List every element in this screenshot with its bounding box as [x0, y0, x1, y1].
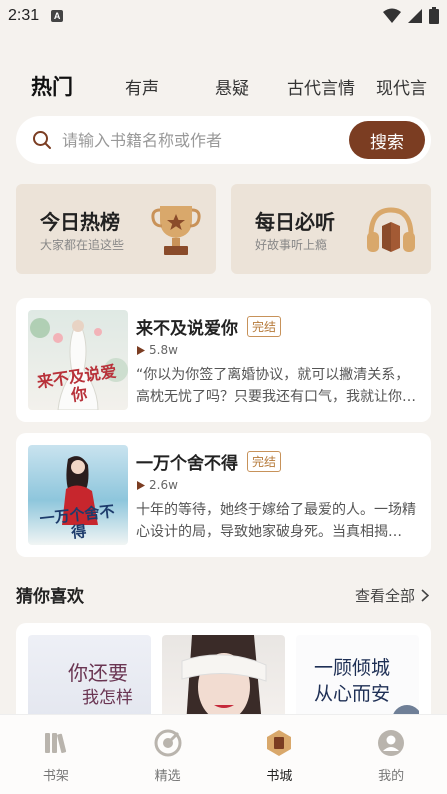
headphones-icon: [367, 207, 415, 252]
status-badge: 完结: [247, 316, 282, 337]
status-icons: [383, 7, 439, 24]
section-title: 猜你喜欢: [16, 587, 84, 607]
tab-hot[interactable]: 热门: [31, 71, 73, 101]
notification-a-icon: A: [51, 10, 64, 22]
signal-icon: [408, 8, 422, 23]
nav-label: 书架: [42, 769, 69, 784]
book-card[interactable]: 一万个舍不得 一万个舍不得 完结 2.6w 十年的等待，她终于嫁给了最爱的人。一…: [16, 433, 431, 557]
promo-title: 今日热榜: [40, 210, 120, 234]
tab-modern-romance[interactable]: 现代言: [376, 74, 427, 99]
book-description: “你以为你签了离婚协议，就可以撇清关系，高枕无忧了吗？只要我还有口气，我就让你…: [136, 367, 416, 405]
nav-profile[interactable]: 我的: [335, 715, 447, 794]
tab-ancient-romance[interactable]: 古代言情: [287, 74, 355, 99]
play-icon: [137, 480, 145, 490]
chevron-right-icon: [421, 589, 429, 602]
tab-audio[interactable]: 有声: [125, 74, 159, 99]
promo-subtitle: 大家都在追这些: [40, 238, 125, 252]
book-title: 来不及说爱你: [136, 319, 238, 339]
play-count: 5.8w: [136, 343, 178, 357]
bookstore-icon: [267, 730, 292, 756]
book-cover[interactable]: 你还要 我怎样: [28, 635, 151, 723]
category-tabs: 热门 有声 悬疑 古代言情 现代言: [0, 70, 447, 102]
bottom-nav: 书架 精选 书城 我的: [0, 714, 447, 794]
search-bar: 搜索: [16, 116, 431, 164]
bookshelf-icon: [44, 733, 66, 753]
book-card[interactable]: 来不及说爱你 来不及说爱你 完结 5.8w “你以为你签了离婚协议，就可以撇清关…: [16, 298, 431, 422]
nav-label: 书城: [266, 769, 293, 784]
cover-subtitle: 我怎样: [82, 688, 133, 708]
play-count-value: 2.6w: [149, 478, 178, 492]
recommend-panel: 你还要 我怎样 一顾倾城 从心而安: [16, 623, 431, 723]
book-cover[interactable]: 来不及说爱你: [28, 310, 128, 410]
status-bar: 2:31 A: [0, 0, 447, 32]
book-title: 一万个舍不得: [136, 454, 238, 474]
search-icon: [33, 131, 51, 149]
cover-title: 一顾倾城: [314, 657, 391, 679]
see-all-link[interactable]: 查看全部: [355, 585, 429, 606]
battery-icon: [429, 7, 439, 24]
book-description: 十年的等待，她终于嫁给了最爱的人。一场精心设计的局，导致她家破身死。当真相揭…: [136, 502, 416, 540]
promo-daily-listen[interactable]: 每日必听 好故事听上瘾: [231, 184, 431, 274]
play-icon: [137, 345, 145, 355]
cover-title: 你还要: [68, 661, 128, 685]
search-button[interactable]: 搜索: [349, 121, 425, 159]
book-cover[interactable]: [162, 635, 285, 723]
wifi-icon: [383, 8, 401, 23]
book-cover[interactable]: 一万个舍不得: [28, 445, 128, 545]
play-count: 2.6w: [136, 478, 178, 492]
promo-title: 每日必听: [255, 210, 335, 234]
status-badge: 完结: [247, 451, 282, 472]
tab-suspense[interactable]: 悬疑: [215, 74, 249, 99]
nav-label: 我的: [378, 769, 405, 784]
profile-icon: [378, 730, 405, 756]
promo-hot-list[interactable]: 今日热榜 大家都在追这些: [16, 184, 216, 274]
book-cover[interactable]: 一顾倾城 从心而安: [296, 635, 419, 723]
nav-bookstore[interactable]: 书城: [224, 715, 336, 794]
play-count-value: 5.8w: [149, 343, 178, 357]
nav-featured[interactable]: 精选: [112, 715, 224, 794]
compass-icon: [154, 729, 182, 757]
promo-subtitle: 好故事听上瘾: [255, 238, 328, 252]
cover-subtitle: 从心而安: [314, 683, 391, 705]
nav-label: 精选: [154, 769, 181, 784]
nav-bookshelf[interactable]: 书架: [0, 715, 112, 794]
status-time: 2:31: [8, 7, 40, 24]
see-all-label: 查看全部: [354, 587, 415, 605]
trophy-icon: [151, 206, 201, 255]
